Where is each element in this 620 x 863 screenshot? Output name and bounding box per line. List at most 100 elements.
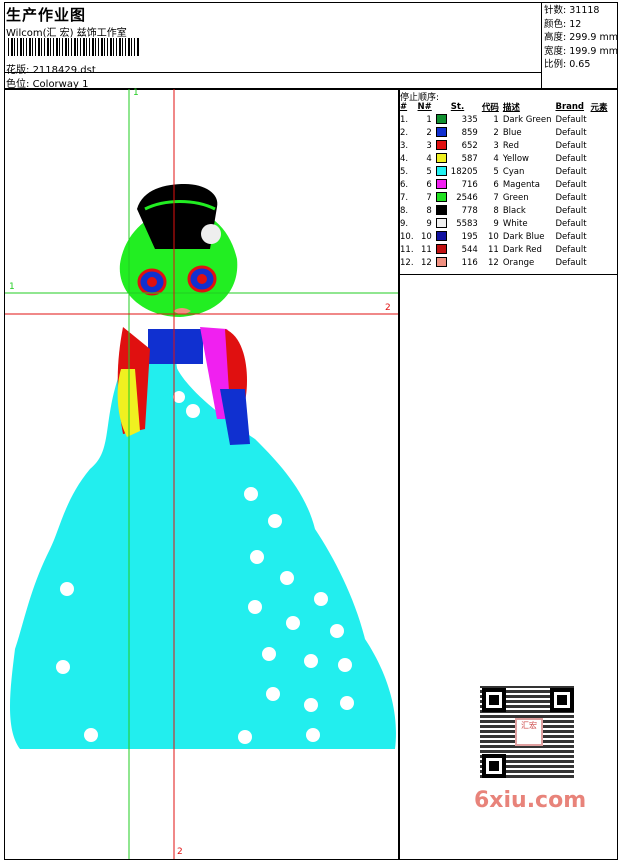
color-swatch	[435, 114, 447, 125]
cell-color	[434, 256, 449, 269]
cell-n: 5.	[400, 166, 409, 177]
cell-color	[434, 230, 449, 243]
qr-finder-icon	[550, 688, 574, 712]
cell-code: 12	[488, 257, 499, 268]
cell-st: 652	[461, 140, 478, 151]
cell-st: 716	[461, 179, 478, 190]
color-swatch	[435, 218, 447, 229]
cell-code: 6	[493, 179, 499, 190]
stitch-count: 针数: 31118	[544, 5, 600, 16]
cell-el	[589, 126, 610, 139]
color-swatch	[435, 231, 447, 242]
cell-code: 4	[493, 153, 499, 164]
table-row: 11. 11 544 11 Dark Red Default	[398, 243, 610, 256]
cell-desc: Red	[502, 140, 519, 151]
table-row: 6. 6 716 6 Magenta Default	[398, 178, 610, 191]
cell-n: 2.	[400, 127, 409, 138]
cell-brand: Default	[555, 231, 587, 242]
cell-desc: Green	[502, 192, 529, 203]
cell-nn: 6	[426, 179, 432, 190]
width-value: 宽度: 199.9 mm	[544, 45, 618, 57]
barcode	[8, 38, 140, 56]
height-value: 高度: 299.9 mm	[544, 32, 618, 43]
stats-divider	[541, 2, 542, 88]
cell-st: 859	[461, 127, 478, 138]
cell-color	[434, 191, 449, 204]
company-name: Wilcom(汇 宏) 兹饰工作室	[6, 28, 127, 39]
guide-label: 1	[9, 282, 15, 292]
cell-desc: Orange	[502, 257, 535, 268]
cell-desc: Dark Red	[502, 244, 542, 255]
table-row: 8. 8 778 8 Black Default	[398, 204, 610, 217]
cell-brand: Default	[555, 205, 587, 216]
col-element: 元素	[590, 103, 608, 113]
cell-st: 544	[461, 244, 478, 255]
page-title: 生产作业图	[6, 6, 87, 24]
cell-brand: Default	[555, 244, 587, 255]
color-count: 颜色: 12	[544, 18, 582, 30]
cell-brand: Default	[555, 257, 587, 268]
cell-desc: Magenta	[502, 179, 540, 190]
cell-nn: 8	[426, 205, 432, 216]
cell-brand: Default	[555, 166, 587, 177]
cell-code: 7	[493, 192, 499, 203]
cell-n: 6.	[400, 179, 409, 190]
cell-code: 8	[493, 205, 499, 216]
cell-st: 335	[461, 114, 478, 125]
cell-desc: Dark Green	[502, 114, 552, 125]
table-row: 10. 10 195 10 Dark Blue Default	[398, 230, 610, 243]
cell-brand: Default	[555, 218, 587, 229]
cell-el	[589, 152, 610, 165]
color-swatch	[435, 192, 447, 203]
cell-n: 9.	[400, 218, 409, 229]
cell-code: 9	[493, 218, 499, 229]
color-swatch	[435, 179, 447, 190]
cell-color	[434, 139, 449, 152]
cell-code: 5	[493, 166, 499, 177]
cell-brand: Default	[555, 114, 587, 125]
cell-el	[589, 191, 610, 204]
col-index: #	[400, 102, 408, 112]
scale-value: 比例: 0.65	[544, 59, 591, 70]
cell-code: 2	[493, 127, 499, 138]
table-row: 3. 3 652 3 Red Default	[398, 139, 610, 152]
color-swatch	[435, 166, 447, 177]
cell-st: 5583	[456, 218, 478, 229]
embroidery-preview	[5, 89, 399, 859]
cell-brand: Default	[555, 179, 587, 190]
cell-n: 12.	[400, 257, 414, 268]
cell-nn: 11	[420, 244, 432, 255]
cell-desc: Dark Blue	[502, 231, 545, 242]
cell-el	[589, 217, 610, 230]
cell-code: 1	[493, 114, 499, 125]
cell-n: 3.	[400, 140, 409, 151]
cell-nn: 2	[426, 127, 432, 138]
qr-finder-icon	[482, 688, 506, 712]
cell-color	[434, 113, 449, 126]
cell-n: 8.	[400, 205, 409, 216]
cell-nn: 4	[426, 153, 432, 164]
cell-el	[589, 256, 610, 269]
cell-color	[434, 204, 449, 217]
color-swatch	[435, 140, 447, 151]
cell-el	[589, 113, 610, 126]
cell-nn: 7	[426, 192, 432, 203]
cell-n: 7.	[400, 192, 409, 203]
cell-st: 18205	[450, 166, 478, 177]
cell-color	[434, 217, 449, 230]
cell-n: 4.	[400, 153, 409, 164]
cell-brand: Default	[555, 153, 587, 164]
color-swatch	[435, 127, 447, 138]
cell-el	[589, 204, 610, 217]
cell-brand: Default	[555, 192, 587, 203]
qr-logo: 汇宏	[515, 718, 543, 746]
design-stats: 针数: 31118 颜色: 12 高度: 299.9 mm 宽度: 199.9 …	[544, 4, 618, 72]
table-row: 9. 9 5583 9 White Default	[398, 217, 610, 230]
table-row: 4. 4 587 4 Yellow Default	[398, 152, 610, 165]
cell-el	[589, 230, 610, 243]
cell-el	[589, 165, 610, 178]
cell-code: 3	[493, 140, 499, 151]
cell-brand: Default	[555, 127, 587, 138]
guide-label: 1	[133, 88, 139, 98]
guide-label: 2	[385, 303, 391, 313]
